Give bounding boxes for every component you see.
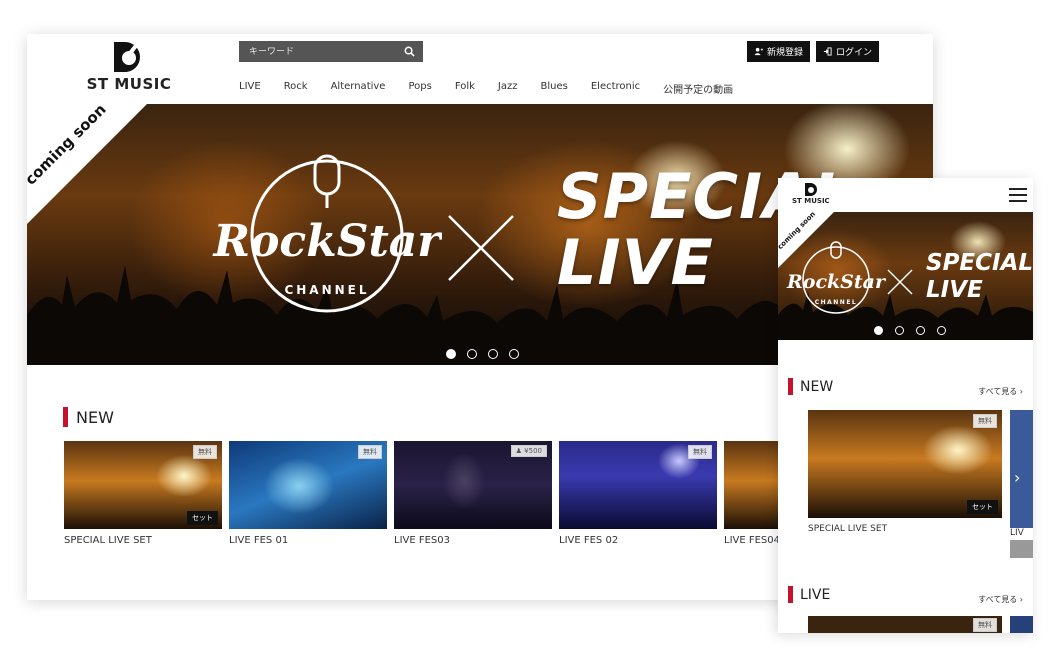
next-video-caption: LIV (1010, 528, 1033, 540)
hamburger-menu-icon[interactable] (1009, 188, 1027, 202)
price-tag: ♟ ¥500 (510, 445, 547, 457)
rockstar-text: RockStar (786, 271, 886, 293)
carousel-dots (874, 326, 946, 335)
section-live-title: LIVE (800, 586, 831, 603)
video-caption[interactable]: LIVE FES 02 (559, 535, 717, 546)
rockstar-channel-logo: RockStar CHANNEL (786, 241, 886, 314)
login-icon (823, 47, 832, 56)
nav-item-folk[interactable]: Folk (455, 81, 475, 96)
nav-item-alternative[interactable]: Alternative (331, 81, 386, 96)
rockstar-channel-logo: RockStar CHANNEL (212, 154, 442, 313)
price-tag: 無料 (688, 445, 712, 459)
rockstar-text: RockStar (212, 216, 442, 267)
login-label: ログイン (836, 48, 873, 58)
new-video-row: 無料 セット SPECIAL LIVE SET 無料 LIVE FES 01 ♟… (64, 441, 778, 546)
channel-text: CHANNEL (815, 299, 858, 306)
accent-bar (788, 586, 793, 603)
video-caption[interactable]: LIVE FES 01 (229, 535, 387, 546)
video-thumbnail[interactable] (724, 441, 778, 529)
collab-cross-icon (448, 215, 514, 281)
video-card[interactable]: 無料 セット SPECIAL LIVE SET (808, 410, 1002, 534)
mobile-hero-headline: SPECIAL LIVE (926, 250, 1033, 304)
register-label: 新規登録 (767, 48, 804, 58)
see-all-new-link[interactable]: すべて見る › (978, 386, 1023, 397)
section-new-title: NEW (76, 407, 114, 427)
guitar-logo-icon (804, 183, 817, 196)
carousel-dot-2[interactable] (467, 349, 477, 359)
video-card[interactable]: 無料 LIVE FES 02 (559, 441, 717, 546)
video-thumbnail[interactable]: 無料 (229, 441, 387, 529)
logo-text: ST MUSIC (86, 75, 172, 93)
chevron-right-icon[interactable]: › (1014, 468, 1020, 487)
category-nav: LIVE Rock Alternative Pops Folk Jazz Blu… (239, 81, 756, 96)
nav-item-live[interactable]: LIVE (239, 81, 261, 96)
nav-item-blues[interactable]: Blues (541, 81, 568, 96)
next-video-card-peek[interactable] (1010, 616, 1033, 633)
mobile-header: ST MUSIC (778, 178, 1033, 212)
nav-item-jazz[interactable]: Jazz (498, 81, 518, 96)
price-tag: 無料 (193, 445, 217, 459)
user-icon: ♟ (515, 447, 525, 455)
guitar-logo-icon (114, 42, 144, 72)
mobile-page: ST MUSIC coming soon RockStar CHANNEL SP… (778, 178, 1033, 633)
video-card[interactable]: 無料 LIVE FES 01 (229, 441, 387, 546)
video-caption[interactable]: SPECIAL LIVE SET (64, 535, 222, 546)
set-badge: セット (967, 500, 998, 514)
video-caption[interactable]: LIVE FES03 (394, 535, 552, 546)
video-caption[interactable]: SPECIAL LIVE SET (808, 524, 1002, 534)
search-icon[interactable] (404, 46, 415, 57)
user-plus-icon (754, 47, 763, 56)
nav-item-electronic[interactable]: Electronic (591, 81, 640, 96)
search-input[interactable] (239, 41, 399, 62)
coming-soon-ribbon: coming soon (27, 104, 147, 224)
login-button[interactable]: ログイン (816, 41, 880, 62)
accent-bar (788, 378, 793, 395)
mobile-hero-banner[interactable]: coming soon RockStar CHANNEL SPECIAL LIV… (778, 212, 1033, 340)
set-badge: セット (187, 511, 218, 525)
price-tag: 無料 (973, 618, 997, 632)
search-box (239, 41, 423, 62)
collab-cross-icon (887, 269, 913, 295)
carousel-dot-4[interactable] (937, 326, 946, 335)
mobile-section-new-heading: NEW (788, 378, 833, 395)
video-card[interactable]: LIVE FES04 (724, 441, 778, 546)
nav-item-rock[interactable]: Rock (284, 81, 308, 96)
see-all-live-link[interactable]: すべて見る › (978, 594, 1023, 605)
video-thumbnail[interactable]: 無料 (559, 441, 717, 529)
video-thumbnail[interactable]: 無料 セット (808, 410, 1002, 518)
register-button[interactable]: 新規登録 (747, 41, 811, 62)
video-thumbnail[interactable]: ♟ ¥500 (394, 441, 552, 529)
carousel-dots (446, 349, 519, 359)
live-video-thumbnail[interactable]: 無料 (808, 616, 1002, 633)
carousel-dot-2[interactable] (895, 326, 904, 335)
headline-special: SPECIAL (926, 250, 1033, 276)
mobile-section-live-heading: LIVE (788, 586, 830, 603)
video-caption[interactable]: LIVE FES04 (724, 535, 778, 546)
section-new-heading: NEW (63, 407, 114, 427)
headline-live: LIVE (926, 277, 983, 303)
nav-item-upcoming[interactable]: 公開予定の動画 (663, 81, 733, 96)
carousel-dot-3[interactable] (916, 326, 925, 335)
site-logo[interactable]: ST MUSIC (85, 42, 173, 93)
video-card[interactable]: 無料 セット SPECIAL LIVE SET (64, 441, 222, 546)
video-card[interactable]: ♟ ¥500 LIVE FES03 (394, 441, 552, 546)
nav-item-pops[interactable]: Pops (408, 81, 431, 96)
carousel-dot-1[interactable] (874, 326, 883, 335)
accent-bar (63, 407, 68, 427)
section-new-title: NEW (800, 378, 834, 395)
carousel-dot-1[interactable] (446, 349, 456, 359)
next-video-card-peek[interactable]: › LIV (1010, 410, 1033, 558)
carousel-dot-3[interactable] (488, 349, 498, 359)
carousel-dot-4[interactable] (509, 349, 519, 359)
mobile-logo-text: ST MUSIC (792, 197, 830, 205)
mobile-logo[interactable]: ST MUSIC (792, 183, 830, 205)
price-tag: 無料 (358, 445, 382, 459)
price-tag: 無料 (973, 414, 997, 428)
channel-text: CHANNEL (284, 283, 369, 297)
video-thumbnail[interactable]: 無料 セット (64, 441, 222, 529)
